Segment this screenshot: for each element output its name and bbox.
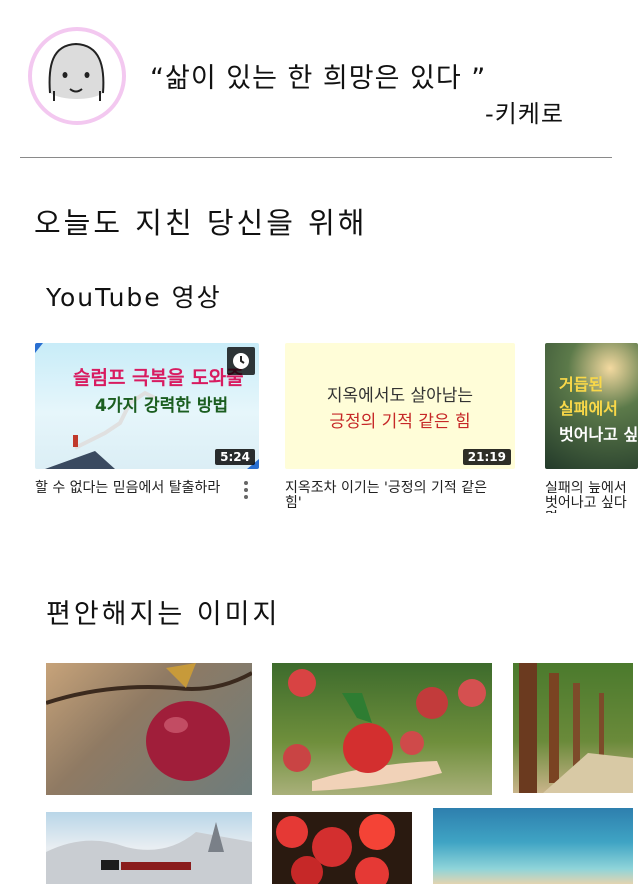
thumb-line-1: 지옥에서도 살아남는: [326, 386, 474, 406]
video-duration: 21:19: [462, 449, 511, 465]
thumb-line-1: 거듭된: [559, 375, 604, 394]
youtube-heading: YouTube 영상: [46, 283, 222, 312]
thumb-line-2: 4가지 강력한 방법: [95, 396, 229, 416]
photo-red-maple[interactable]: [272, 812, 412, 884]
video-title-3[interactable]: 실패의 늪에서 벗어나고 싶다면: [545, 481, 638, 513]
thumb-line-3: 벗어나고 싶: [559, 425, 638, 444]
photo-apple-hand[interactable]: [272, 663, 492, 795]
avatar: [28, 27, 126, 125]
video-thumbnail-2[interactable]: 지옥에서도 살아남는 긍정의 기적 같은 힘 21:19: [285, 343, 515, 469]
quote-text: “삶이 있는 한 희망은 있다 ”: [150, 63, 487, 94]
video-duration: 5:24: [215, 449, 255, 465]
photo-apple-branch[interactable]: [46, 663, 252, 795]
divider: [20, 157, 612, 158]
clock-icon[interactable]: [227, 347, 255, 375]
video-thumbnail-3[interactable]: 거듭된 실패에서 벗어나고 싶: [545, 343, 638, 469]
video-title-1[interactable]: 할 수 없다는 믿음에서 탈출하라: [35, 481, 240, 496]
photo-ocean[interactable]: [433, 808, 633, 884]
thumb-line-2: 긍정의 기적 같은 힘: [329, 412, 471, 432]
images-heading: 편안해지는 이미지: [46, 599, 281, 630]
section-title: 오늘도 지친 당신을 위해: [34, 206, 368, 240]
quote-author: -키케로: [485, 100, 564, 128]
more-vert-icon[interactable]: [244, 481, 248, 499]
photo-snow-train[interactable]: [46, 812, 252, 884]
video-thumbnail-1[interactable]: 슬럼프 극복을 도와줄 4가지 강력한 방법 5:24: [35, 343, 259, 469]
photo-forest-path[interactable]: [513, 663, 633, 793]
thumb-line-2: 실패에서: [559, 399, 618, 418]
thumb-line-1: 슬럼프 극복을 도와줄: [73, 367, 244, 389]
video-title-2[interactable]: 지옥조차 이기는 '긍정의 기적 같은 힘': [285, 481, 495, 511]
